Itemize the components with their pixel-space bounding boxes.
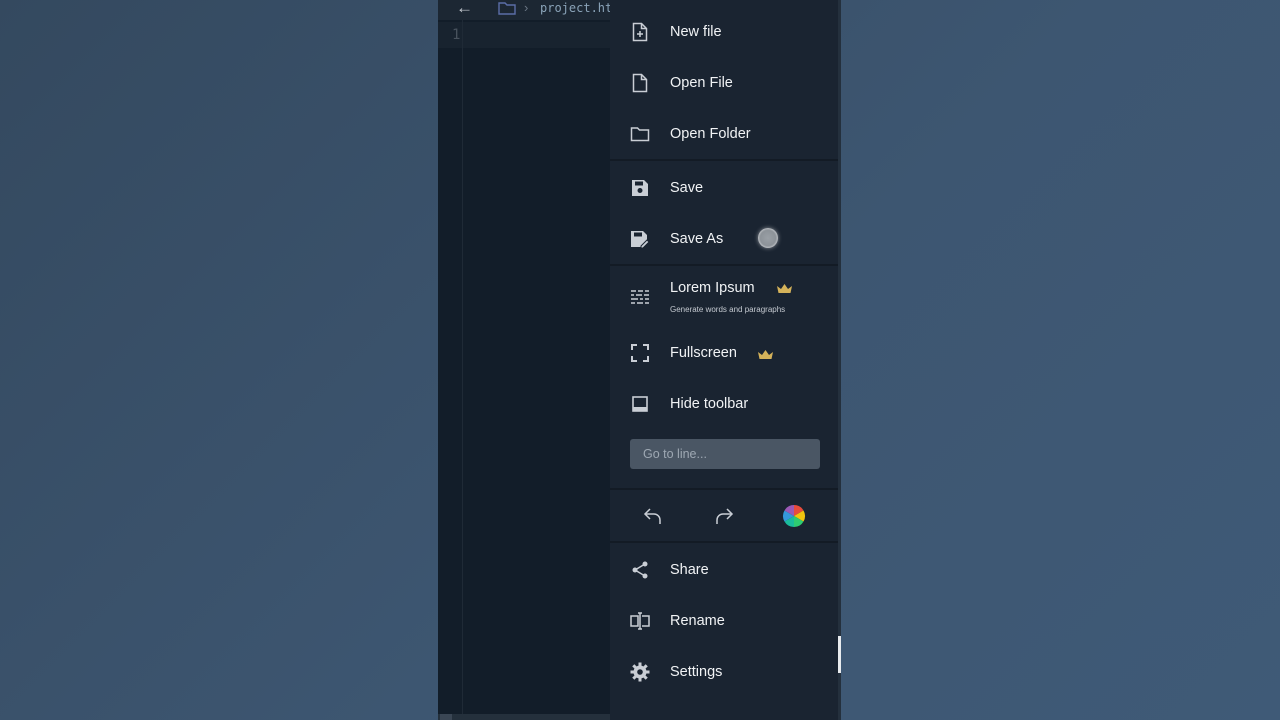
menu-divider	[610, 159, 838, 161]
menu-item-subtitle: Generate words and paragraphs	[670, 305, 786, 314]
menu-item-label: Share	[670, 561, 709, 578]
menu-item-fullscreen[interactable]: Fullscreen	[610, 327, 838, 378]
line-gutter	[438, 20, 463, 720]
menu-item-label: Lorem Ipsum	[670, 280, 755, 296]
folder-icon[interactable]	[498, 1, 516, 20]
touch-indicator	[758, 228, 778, 248]
gear-icon	[630, 662, 650, 682]
color-wheel-icon[interactable]	[782, 504, 806, 528]
share-icon	[630, 560, 650, 580]
menu-item-share[interactable]: Share	[610, 544, 838, 595]
menu-item-hide-toolbar[interactable]: Hide toolbar	[610, 378, 838, 429]
menu-item-label: Settings	[670, 663, 723, 680]
toolbar-icon	[630, 394, 650, 414]
menu-item-label: Rename	[670, 612, 725, 629]
back-arrow-icon[interactable]: ←	[456, 0, 473, 16]
file-icon	[630, 73, 650, 93]
menu-item-label: Fullscreen	[670, 344, 737, 361]
menu-scroll-track[interactable]	[838, 0, 841, 720]
options-menu: New file Open File Open Folder Save Save…	[610, 0, 838, 720]
save-as-icon	[630, 229, 650, 249]
quick-actions-bar	[610, 491, 838, 541]
menu-item-save[interactable]: Save	[610, 162, 838, 213]
menu-divider	[610, 488, 838, 490]
lorem-icon	[630, 287, 650, 307]
horizontal-scrollbar[interactable]	[438, 714, 610, 720]
menu-divider	[610, 264, 838, 266]
premium-crown-icon	[757, 347, 774, 365]
menu-item-label: Open Folder	[670, 125, 751, 142]
line-number: 1	[452, 27, 461, 43]
folder-icon	[630, 124, 650, 144]
menu-item-open-file[interactable]: Open File	[610, 57, 838, 108]
go-to-line-input[interactable]	[630, 439, 820, 469]
menu-item-save-as[interactable]: Save As	[610, 213, 838, 264]
new-file-icon	[630, 22, 650, 42]
menu-scroll-thumb[interactable]	[838, 636, 841, 673]
menu-item-settings[interactable]: Settings	[610, 646, 838, 697]
menu-item-label: Hide toolbar	[670, 395, 749, 412]
undo-icon[interactable]	[641, 504, 665, 528]
fullscreen-icon	[630, 343, 650, 363]
file-name[interactable]: project.htm	[540, 1, 619, 15]
redo-icon[interactable]	[712, 504, 736, 528]
menu-item-label: Save As	[670, 230, 724, 247]
menu-divider	[610, 541, 838, 543]
menu-item-label: Save	[670, 179, 704, 196]
breadcrumb-separator-icon: ›	[524, 0, 529, 15]
rename-icon	[630, 611, 650, 631]
menu-item-rename[interactable]: Rename	[610, 595, 838, 646]
menu-item-lorem-ipsum[interactable]: Lorem Ipsum Generate words and paragraph…	[610, 270, 838, 324]
premium-crown-icon	[776, 281, 793, 299]
menu-item-open-folder[interactable]: Open Folder	[610, 108, 838, 159]
menu-item-label: Open File	[670, 74, 733, 91]
save-icon	[630, 178, 650, 198]
menu-item-new-file[interactable]: New file	[610, 6, 838, 57]
menu-item-label: New file	[670, 23, 722, 40]
